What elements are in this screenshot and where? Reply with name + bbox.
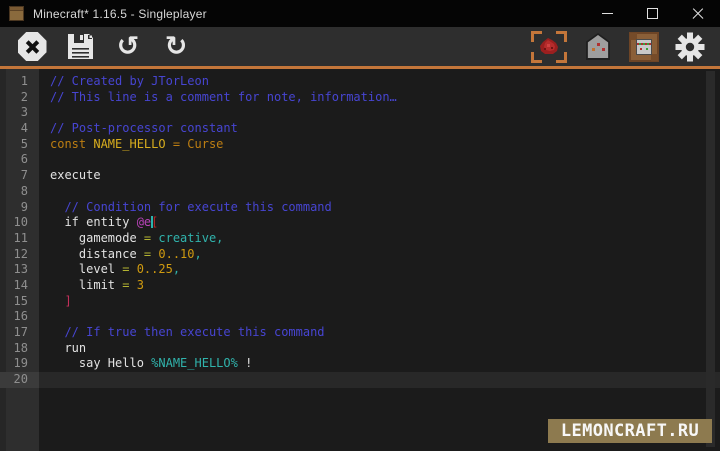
redo-button[interactable]: ↻ (160, 30, 192, 64)
line-number: 5 (0, 137, 39, 153)
code-line[interactable]: 19 say Hello %NAME_HELLO% ! (0, 356, 720, 372)
line-number: 6 (0, 152, 39, 168)
undo-icon: ↺ (117, 33, 140, 60)
line-number: 11 (0, 231, 39, 247)
redstone-button[interactable] (530, 30, 568, 64)
redstone-dust-icon (531, 31, 567, 63)
code-text: if entity @e[ (39, 215, 158, 229)
code-lines: 1// Created by JTorLeon2// This line is … (0, 74, 720, 388)
code-text: // Condition for execute this command (39, 200, 332, 214)
code-text (39, 105, 50, 119)
code-line[interactable]: 9 // Condition for execute this command (0, 200, 720, 216)
code-text (39, 184, 50, 198)
minimize-button[interactable] (585, 0, 630, 27)
save-floppy-icon (67, 33, 94, 60)
home-button[interactable] (582, 30, 614, 64)
code-line[interactable]: 1// Created by JTorLeon (0, 74, 720, 90)
line-number: 12 (0, 247, 39, 263)
scrollbar-track[interactable] (706, 71, 715, 447)
line-number: 19 (0, 356, 39, 372)
code-line[interactable]: 20 (0, 372, 720, 388)
block-dot (602, 48, 605, 51)
code-text: // Created by JTorLeon (39, 74, 209, 88)
code-text: ] (39, 294, 72, 308)
minimize-icon (602, 13, 613, 14)
octagon-close-icon (18, 32, 47, 61)
line-number: 3 (0, 105, 39, 121)
line-number: 15 (0, 294, 39, 310)
code-text: say Hello %NAME_HELLO% ! (39, 356, 252, 370)
home-block-icon (585, 33, 611, 60)
code-text: execute (39, 168, 101, 182)
code-line[interactable]: 5const NAME_HELLO = Curse (0, 137, 720, 153)
block-dot (592, 48, 595, 51)
code-text (39, 152, 50, 166)
code-line[interactable]: 18 run (0, 341, 720, 357)
close-icon (692, 8, 704, 20)
code-line[interactable]: 2// This line is a comment for note, inf… (0, 90, 720, 106)
line-number: 17 (0, 325, 39, 341)
code-text: // Post-processor constant (39, 121, 238, 135)
code-text: gamemode = creative, (39, 231, 223, 245)
line-number: 18 (0, 341, 39, 357)
code-text: run (39, 341, 86, 355)
code-line[interactable]: 12 distance = 0..10, (0, 247, 720, 263)
line-number: 2 (0, 90, 39, 106)
line-number: 1 (0, 74, 39, 90)
crafting-button[interactable] (628, 30, 660, 64)
line-number: 10 (0, 215, 39, 231)
text-cursor (151, 216, 153, 228)
code-text: const NAME_HELLO = Curse (39, 137, 223, 151)
toolbar-left-group: ↺ ↻ (0, 30, 192, 64)
code-text: // This line is a comment for note, info… (39, 90, 397, 104)
code-line[interactable]: 6 (0, 152, 720, 168)
line-number: 14 (0, 278, 39, 294)
settings-button[interactable] (674, 30, 706, 64)
code-text: limit = 3 (39, 278, 144, 292)
code-text (39, 309, 50, 323)
code-line[interactable]: 3 (0, 105, 720, 121)
code-line[interactable]: 13 level = 0..25, (0, 262, 720, 278)
code-editor[interactable]: 1// Created by JTorLeon2// This line is … (0, 69, 720, 451)
crafting-table-icon (629, 32, 659, 62)
code-line[interactable]: 7execute (0, 168, 720, 184)
code-line[interactable]: 15 ] (0, 294, 720, 310)
code-line[interactable]: 14 limit = 3 (0, 278, 720, 294)
line-number: 7 (0, 168, 39, 184)
octagon-close-button[interactable] (16, 30, 48, 64)
maximize-icon (647, 8, 658, 19)
code-text (39, 372, 50, 386)
code-text: // If true then execute this command (39, 325, 325, 339)
block-dot (597, 43, 600, 46)
code-line[interactable]: 8 (0, 184, 720, 200)
code-line[interactable]: 16 (0, 309, 720, 325)
watermark-banner: LEMONCRAFT.RU (548, 419, 712, 443)
minecraft-crafting-block-icon (9, 6, 24, 21)
toolbar: ↺ ↻ (0, 27, 720, 69)
line-number: 8 (0, 184, 39, 200)
code-line[interactable]: 10 if entity @e[ (0, 215, 720, 231)
line-number: 20 (0, 372, 39, 388)
undo-button[interactable]: ↺ (112, 30, 144, 64)
line-number: 4 (0, 121, 39, 137)
window-controls (585, 0, 720, 27)
maximize-button[interactable] (630, 0, 675, 27)
code-line[interactable]: 11 gamemode = creative, (0, 231, 720, 247)
line-number: 9 (0, 200, 39, 216)
titlebar: Minecraft* 1.16.5 - Singleplayer (0, 0, 720, 27)
line-number: 13 (0, 262, 39, 278)
line-number: 16 (0, 309, 39, 325)
settings-gear-icon (675, 32, 705, 62)
close-button[interactable] (675, 0, 720, 27)
code-line[interactable]: 4// Post-processor constant (0, 121, 720, 137)
code-text: level = 0..25, (39, 262, 180, 276)
code-line[interactable]: 17 // If true then execute this command (0, 325, 720, 341)
save-button[interactable] (64, 30, 96, 64)
toolbar-right-group (530, 30, 720, 64)
window-title: Minecraft* 1.16.5 - Singleplayer (33, 7, 207, 21)
code-text: distance = 0..10, (39, 247, 202, 261)
redo-icon: ↻ (165, 33, 188, 60)
